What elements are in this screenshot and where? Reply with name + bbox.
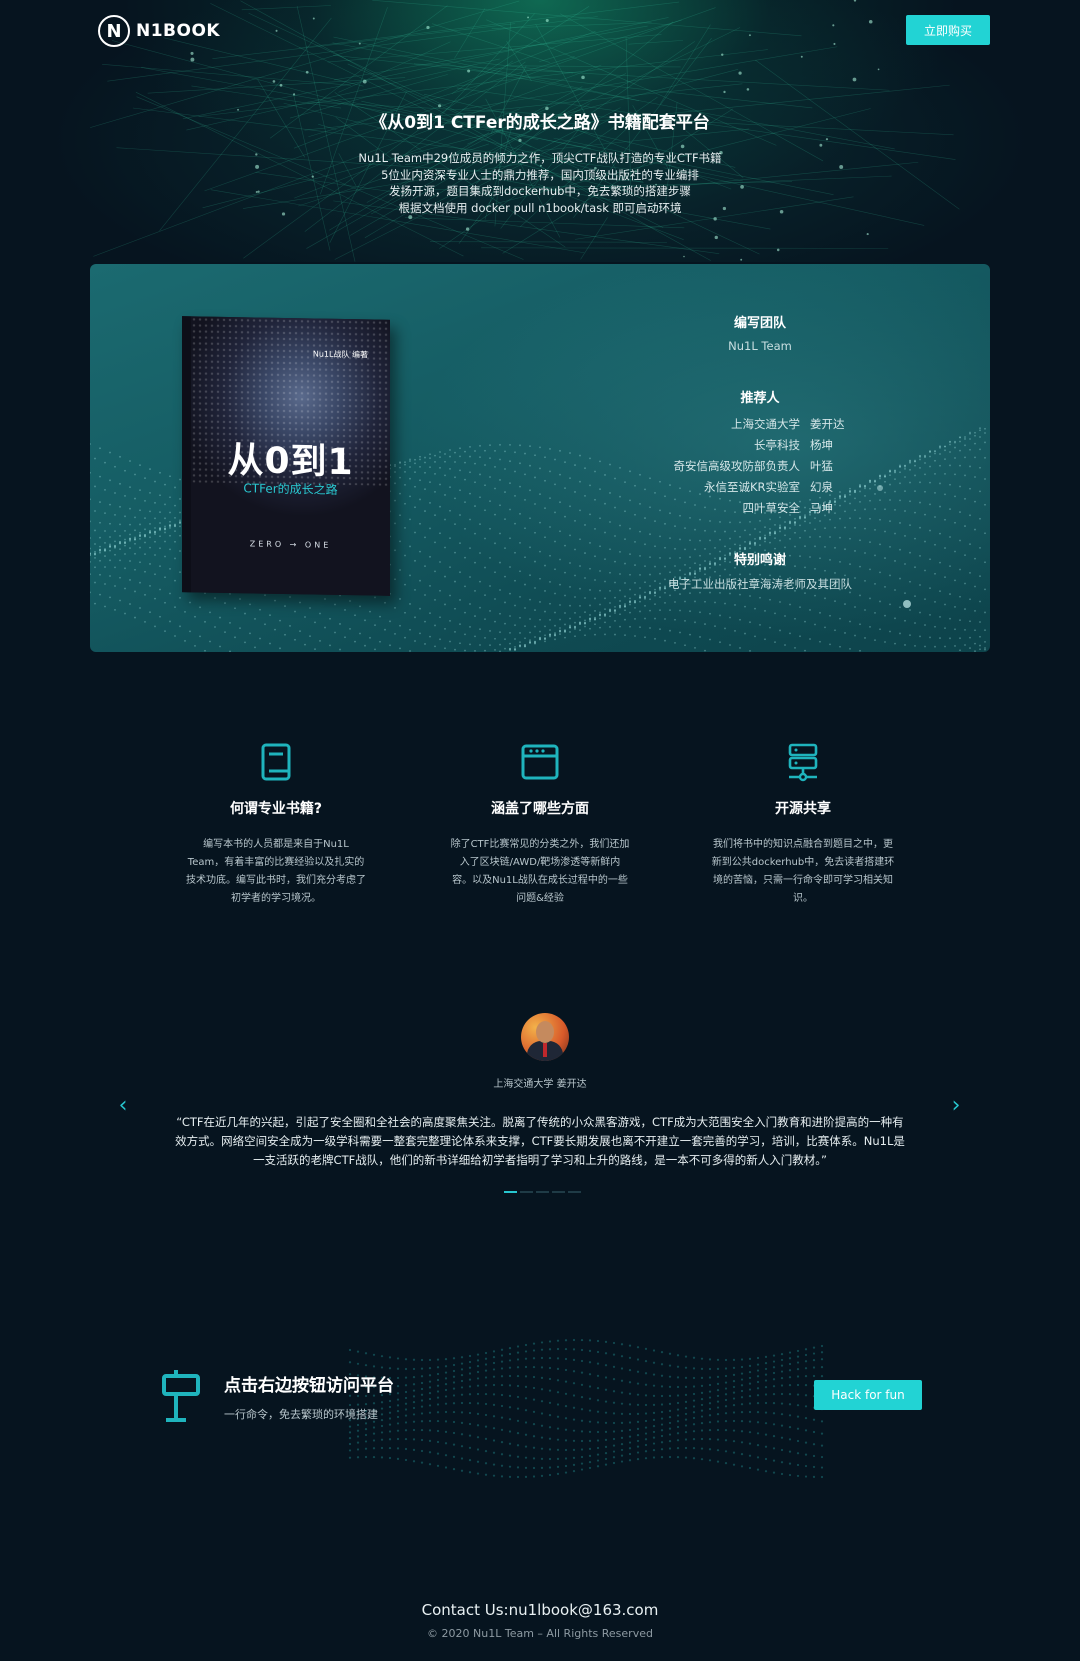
feature-line: 初学者的学习境况。 [231, 893, 321, 904]
feature-line: 我们将书中的知识点融合到题目之中，更 [713, 839, 893, 850]
recommender-org: 长亭科技 [754, 438, 800, 452]
quote-line: “CTF在近几年的兴起，引起了安全圈和全社会的高度聚焦关注。脱离了传统的小众黑客… [176, 1115, 904, 1129]
feature-title: 开源共享 [775, 801, 831, 817]
feature-line: 技术功底。编写此书时，我们充分考虑了 [186, 875, 366, 886]
browser-window-icon [440, 742, 640, 786]
hero-title: 《从0到1 CTFer的成长之路》书籍配套平台 [370, 113, 710, 133]
carousel-dot[interactable] [568, 1191, 581, 1193]
signpost-icon [162, 1368, 202, 1428]
thanks-heading: 特别鸣谢 [733, 553, 786, 568]
hero-line: 发扬开源，题目集成到dockerhub中，免去繁琐的搭建步骤 [389, 184, 691, 198]
feature-line: 容。以及Nu1L战队在成长过程中的一些 [452, 875, 628, 886]
carousel-dot[interactable] [536, 1191, 549, 1193]
logo-text: N1BOOK [136, 21, 221, 41]
hero-line: 5位业内资深专业人士的鼎力推荐，国内顶级出版社的专业编排 [381, 167, 699, 182]
buy-now-button[interactable]: 立即购买 [906, 15, 990, 45]
carousel-dot[interactable] [504, 1191, 517, 1193]
avatar-tie [543, 1043, 547, 1057]
book-cover-tagline: ZERO → ONE [249, 539, 332, 550]
feature-line: 新到公共dockerhub中，免去读者搭建环 [711, 857, 895, 868]
book-info-card: Nu1L战队 编著 从0到1 CTFer的成长之路 ZERO → ONE 编写团… [90, 264, 990, 652]
hero-section: N N1BOOK 立即购买 《从0到1 CTFer的成长之路》书籍配套平台 Nu… [0, 0, 1080, 262]
hack-for-fun-button[interactable]: Hack for fun [814, 1380, 922, 1410]
carousel-next-arrow-icon[interactable]: › [946, 1092, 966, 1118]
cta-title: 点击右边按钮访问平台 [224, 1376, 394, 1396]
recommender-row: 永信至诚KR实验室 幻泉 [580, 477, 940, 498]
feature-title: 何谓专业书籍? [229, 801, 323, 817]
team-heading: 编写团队 [733, 316, 786, 331]
feature-line: 境的苦恼，只需一行命令即可学习相关知 [713, 875, 893, 886]
recommender-row: 长亭科技 杨坤 [580, 435, 940, 456]
avatar-head [536, 1021, 554, 1043]
hero-line: 根据文档使用 docker pull n1book/task 即可启动环境 [398, 200, 682, 215]
book-cover-subtitle: CTFer的成长之路 [243, 481, 338, 497]
cta-subtitle: 一行命令，免去繁琐的环境搭建 [224, 1408, 378, 1421]
recommender-org: 奇安信高级攻防部负责人 [673, 459, 801, 473]
book-cover-title: 从0到1 [227, 439, 354, 484]
recommender-name: 幻泉 [810, 480, 833, 494]
carousel-dot[interactable] [552, 1191, 565, 1193]
book-icon [176, 742, 376, 786]
credits-panel: 编写团队 Nu1L Team 推荐人 上海交通大学 姜开达 长亭科技 杨坤 奇安… [580, 312, 940, 592]
feature-coverage: 涵盖了哪些方面 除了CTF比赛常见的分类之外，我们还加 入了区块链/AWD/靶场… [440, 742, 640, 908]
quote-line: 效方式。网络空间安全成为一级学科需要一整套完整理论体系来支撑，CTF要长期发展也… [175, 1134, 905, 1148]
feature-description: 编写本书的人员都是来自于Nu1L Team，有着丰富的比赛经验以及扎实的 技术功… [176, 836, 376, 908]
recommenders-heading: 推荐人 [740, 391, 780, 406]
recommender-avatar [521, 1013, 569, 1061]
feature-title: 涵盖了哪些方面 [491, 801, 589, 817]
quote-text: “CTF在近几年的兴起，引起了安全圈和全社会的高度聚焦关注。脱离了传统的小众黑客… [158, 1113, 922, 1170]
feature-line: Team，有着丰富的比赛经验以及扎实的 [187, 857, 365, 868]
recommenders-list: 上海交通大学 姜开达 长亭科技 杨坤 奇安信高级攻防部负责人 叶猛 永信至诚KR… [580, 414, 940, 519]
logo[interactable]: N N1BOOK [98, 14, 220, 48]
feature-line: 编写本书的人员都是来自于Nu1L [203, 839, 349, 850]
feature-open-source: 开源共享 我们将书中的知识点融合到题目之中，更 新到公共dockerhub中，免… [703, 742, 903, 908]
book-cover-image: Nu1L战队 编著 从0到1 CTFer的成长之路 ZERO → ONE [182, 316, 390, 596]
recommender-name: 杨坤 [810, 438, 833, 452]
recommender-name: 姜开达 [810, 417, 845, 431]
recommender-name: 叶猛 [810, 459, 833, 473]
recommender-row: 上海交通大学 姜开达 [580, 414, 940, 435]
contact-email[interactable]: Contact Us:nu1lbook@163.com [0, 1601, 1080, 1619]
feature-line: 识。 [793, 893, 813, 904]
feature-line: 入了区块链/AWD/靶场渗透等新鲜内 [459, 857, 621, 868]
feature-line: 问题&经验 [516, 893, 564, 904]
recommender-name: 马坤 [810, 501, 833, 515]
team-name: Nu1L Team [728, 339, 792, 353]
book-publisher: Nu1L战队 编著 [312, 349, 368, 360]
carousel-prev-arrow-icon[interactable]: ‹ [113, 1092, 133, 1118]
recommender-row: 奇安信高级攻防部负责人 叶猛 [580, 456, 940, 477]
recommender-org: 上海交通大学 [731, 417, 800, 431]
thanks-text: 电子工业出版社章海涛老师及其团队 [668, 577, 852, 591]
hero-description: Nu1L Team中29位成员的倾力之作，顶尖CTF战队打造的专业CTF书籍 5… [0, 150, 1080, 216]
server-icon [703, 742, 903, 786]
quote-author: 上海交通大学 姜开达 [493, 1079, 587, 1090]
recommender-org: 四叶草安全 [742, 501, 801, 515]
feature-professional-book: 何谓专业书籍? 编写本书的人员都是来自于Nu1L Team，有着丰富的比赛经验以… [176, 742, 376, 908]
recommender-row: 四叶草安全 马坤 [580, 498, 940, 519]
carousel-pagination [504, 1191, 581, 1193]
feature-description: 我们将书中的知识点融合到题目之中，更 新到公共dockerhub中，免去读者搭建… [703, 836, 903, 908]
quote-line: 一支活跃的老牌CTF战队，他们的新书详细给初学者指明了学习和上升的路线，是一本不… [253, 1153, 827, 1167]
logo-mark-icon: N [98, 15, 130, 47]
feature-description: 除了CTF比赛常见的分类之外，我们还加 入了区块链/AWD/靶场渗透等新鲜内 容… [440, 836, 640, 908]
recommender-org: 永信至诚KR实验室 [703, 480, 800, 494]
copyright: © 2020 Nu1L Team – All Rights Reserved [427, 1627, 653, 1640]
feature-line: 除了CTF比赛常见的分类之外，我们还加 [450, 839, 630, 850]
dot-wave-background [348, 1338, 824, 1479]
hero-line: Nu1L Team中29位成员的倾力之作，顶尖CTF战队打造的专业CTF书籍 [358, 151, 722, 165]
carousel-dot[interactable] [520, 1191, 533, 1193]
